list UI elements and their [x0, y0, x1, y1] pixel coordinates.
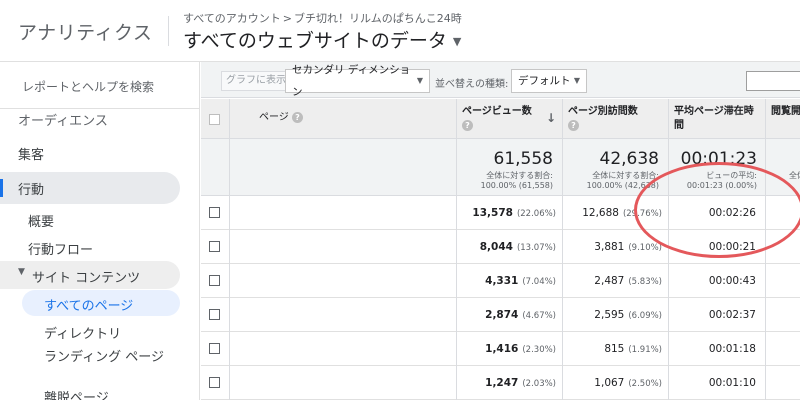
column-header-unique-pageviews[interactable]: ページ別訪問数 ?	[562, 99, 668, 139]
summary-unique-sub2: 100.00% (42,638)	[586, 181, 659, 190]
column-divider	[456, 99, 457, 400]
table-row[interactable]: 2,874 (4.67%) 2,595 (6.09%) 00:02:37	[201, 298, 800, 332]
sidebar: レポートとヘルプを検索 オーディエンス 集客 行動 概要 行動フロー ▼ サイト…	[0, 62, 200, 400]
sidebar-active-indicator	[0, 179, 3, 197]
help-icon[interactable]: ?	[462, 119, 473, 131]
top-header: アナリティクス すべてのアカウント > ブチ切れ！リルムのぱちんこ24時 すべてのウ…	[0, 0, 800, 62]
table-summary-row: 61,558 全体に対する割合: 100.00% (61,558) 42,638…	[201, 139, 800, 196]
summary-pageviews: 61,558	[493, 149, 553, 169]
sidebar-item-behavior-flow[interactable]: 行動フロー	[28, 239, 93, 258]
summary-pageviews-sub2: 100.00% (61,558)	[480, 181, 553, 190]
column-divider	[668, 99, 669, 400]
column-header-avg-time-label: 平均ページ滞在時間	[674, 106, 754, 131]
report-toolbar: グラフに表示 セカンダリ ディメンション ▼ 並べ替えの種類: デフォルト ▼	[201, 62, 800, 98]
app-title[interactable]: アナリティクス	[18, 18, 152, 45]
secondary-dimension-dropdown[interactable]: セカンダリ ディメンション ▼	[285, 64, 430, 98]
column-header-page-label: ページ	[259, 112, 289, 123]
row-checkbox[interactable]	[209, 377, 220, 388]
sort-type-value: デフォルト	[518, 75, 571, 87]
table-row[interactable]: 8,044 (13.07%) 3,881 (9.10%) 00:00:21	[201, 230, 800, 264]
sort-arrow-down-icon[interactable]: ↓	[546, 111, 556, 125]
row-avg-time: 00:00:43	[708, 275, 756, 287]
summary-avg-time-sub2: 00:01:23 (0.00%)	[686, 181, 757, 190]
column-header-avg-time[interactable]: 平均ページ滞在時間	[668, 99, 765, 139]
breadcrumb-account: ブチ切れ！リルムのぱちんこ24時	[294, 12, 462, 25]
row-pageviews: 1,416 (2.30%)	[485, 343, 556, 355]
row-unique: 2,595 (6.09%)	[594, 309, 662, 321]
row-avg-time: 00:01:10	[708, 377, 756, 389]
sidebar-item-all-pages[interactable]: すべてのページ	[44, 295, 133, 314]
sidebar-item-overview[interactable]: 概要	[28, 211, 54, 230]
row-pageviews: 1,247 (2.03%)	[485, 377, 556, 389]
summary-unique-sub1: 全体に対する割合:	[592, 171, 659, 180]
column-header-unique-label: ページ別訪問数	[568, 106, 638, 117]
header-divider	[168, 16, 169, 46]
summary-avg-time: 00:01:23	[680, 149, 757, 169]
table-search-input[interactable]	[746, 71, 800, 91]
property-name: すべてのウェブサイトのデータ	[183, 30, 447, 52]
table-header-row: ページ ? ページビュー数 ↓ ? ページ別訪問数 ? 平均ページ滞在時間 閲覧…	[201, 99, 800, 139]
row-checkbox[interactable]	[209, 207, 220, 218]
row-unique: 2,487 (5.83%)	[594, 275, 662, 287]
column-header-entrances[interactable]: 閲覧開始	[765, 99, 800, 139]
row-unique: 815 (1.91%)	[604, 343, 662, 355]
row-avg-time: 00:01:18	[708, 343, 756, 355]
account-breadcrumb[interactable]: すべてのアカウント > ブチ切れ！リルムのぱちんこ24時	[183, 10, 462, 26]
sidebar-item-site-content[interactable]: サイト コンテンツ	[32, 267, 140, 286]
row-checkbox[interactable]	[209, 241, 220, 252]
triangle-down-icon: ▼	[18, 267, 25, 277]
help-icon[interactable]: ?	[292, 111, 303, 123]
row-pageviews: 13,578 (22.06%)	[472, 207, 556, 219]
row-unique: 3,881 (9.10%)	[594, 241, 662, 253]
row-unique: 1,067 (2.50%)	[594, 377, 662, 389]
select-all-checkbox[interactable]	[209, 114, 220, 125]
row-checkbox[interactable]	[209, 343, 220, 354]
summary-pageviews-sub1: 全体に対する割合:	[486, 171, 553, 180]
row-unique: 12,688 (29.76%)	[582, 207, 662, 219]
sidebar-item-directory[interactable]: ディレクトリ	[44, 323, 121, 342]
property-selector[interactable]: すべてのウェブサイトのデータ ▼	[183, 26, 461, 53]
sidebar-item-exit-pages[interactable]: 離脱ページ	[44, 387, 109, 400]
sort-type-dropdown[interactable]: デフォルト ▼	[511, 69, 587, 93]
help-icon[interactable]: ?	[568, 119, 579, 131]
sidebar-item-acquisition[interactable]: 集客	[18, 144, 44, 163]
column-divider	[765, 99, 766, 400]
table-row[interactable]: 4,331 (7.04%) 2,487 (5.83%) 00:00:43	[201, 264, 800, 298]
row-avg-time: 00:02:26	[708, 207, 756, 219]
breadcrumb-separator: >	[282, 12, 293, 25]
sidebar-item-landing-pages[interactable]: ランディング ページ	[44, 346, 164, 365]
sort-type-label: 並べ替えの種類:	[435, 79, 509, 90]
report-content: グラフに表示 セカンダリ ディメンション ▼ 並べ替えの種類: デフォルト ▼ …	[201, 62, 800, 400]
table-row[interactable]: 1,247 (2.03%) 1,067 (2.50%) 00:01:10	[201, 366, 800, 400]
summary-entrances-sub1: 全体に	[789, 171, 800, 180]
row-avg-time: 00:00:21	[708, 241, 756, 253]
column-header-pageviews[interactable]: ページビュー数 ↓ ?	[456, 99, 562, 139]
table-row[interactable]: 13,578 (22.06%) 12,688 (29.76%) 00:02:26	[201, 196, 800, 230]
row-checkbox[interactable]	[209, 309, 220, 320]
sidebar-item-audience[interactable]: オーディエンス	[18, 110, 108, 129]
row-pageviews: 4,331 (7.04%)	[485, 275, 556, 287]
column-header-entrances-label: 閲覧開始	[771, 106, 800, 117]
sidebar-divider	[0, 108, 199, 109]
column-divider	[229, 99, 230, 400]
secondary-dimension-label: セカンダリ ディメンション	[292, 64, 411, 98]
caret-down-icon: ▼	[452, 35, 462, 48]
caret-down-icon: ▼	[416, 76, 423, 85]
table-row[interactable]: 1,416 (2.30%) 815 (1.91%) 00:01:18	[201, 332, 800, 366]
plot-rows-button[interactable]: グラフに表示	[221, 71, 291, 91]
column-divider	[562, 99, 563, 400]
sidebar-item-behavior[interactable]: 行動	[18, 179, 44, 198]
row-avg-time: 00:02:37	[708, 309, 756, 321]
summary-avg-time-sub1: ビューの平均:	[706, 171, 757, 180]
row-pageviews: 2,874 (4.67%)	[485, 309, 556, 321]
caret-down-icon: ▼	[573, 76, 580, 85]
breadcrumb-root: すべてのアカウント	[183, 12, 281, 25]
column-header-pageviews-label: ページビュー数	[462, 106, 532, 117]
summary-unique: 42,638	[599, 149, 659, 169]
row-pageviews: 8,044 (13.07%)	[479, 241, 556, 253]
row-checkbox[interactable]	[209, 275, 220, 286]
sidebar-search[interactable]: レポートとヘルプを検索	[22, 78, 154, 95]
